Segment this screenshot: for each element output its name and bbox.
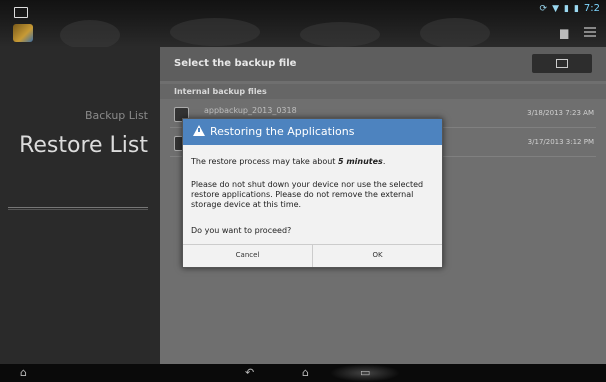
cancel-button[interactable]: Cancel	[183, 251, 312, 259]
restore-dialog: Restoring the Applications The restore p…	[182, 118, 443, 268]
file-name: appbackup_2013_0318	[204, 106, 297, 115]
sync-icon: ⟳	[539, 3, 548, 14]
dialog-line1: The restore process may take about 5 min…	[191, 157, 385, 167]
dialog-titlebar: Restoring the Applications	[183, 119, 442, 145]
warning-icon	[193, 125, 205, 136]
screenshot-icon[interactable]: ⌂	[20, 367, 27, 379]
panel-title: Select the backup file	[174, 58, 297, 69]
folder-icon	[556, 59, 568, 68]
gallery-icon[interactable]	[560, 29, 569, 39]
system-tray[interactable]: ⟳ ▼ ▮ ▮ 7:2	[540, 3, 600, 14]
panel-header: Select the backup file	[160, 47, 606, 81]
ok-button[interactable]: OK	[313, 251, 442, 259]
status-bar: ⟳ ▼ ▮ ▮ 7:2	[0, 0, 606, 50]
signal-icon: ▮	[564, 3, 569, 14]
file-date: 3/18/2013 7:23 AM	[527, 109, 594, 117]
menu-icon[interactable]	[584, 27, 596, 39]
back-icon[interactable]: ↶	[245, 367, 254, 379]
battery-icon: ▮	[573, 3, 579, 14]
left-panel: Backup List Restore List	[0, 47, 160, 364]
section-label: Internal backup files	[174, 87, 267, 96]
divider	[8, 207, 148, 208]
line1-emph: 5 minutes	[337, 157, 383, 166]
section-header: Internal backup files	[160, 84, 606, 99]
dialog-title: Restoring the Applications	[210, 125, 355, 138]
app-icon	[13, 24, 33, 42]
line1-suffix: .	[382, 157, 386, 166]
home-icon[interactable]: ⌂	[302, 367, 309, 379]
divider	[8, 209, 148, 210]
dialog-line2: Please do not shut down your device nor …	[191, 180, 424, 209]
wallpaper-blob	[170, 18, 260, 46]
folder-button[interactable]	[532, 54, 592, 73]
wifi-icon: ▼	[552, 3, 559, 14]
restore-list-label: Restore List	[19, 133, 148, 158]
dialog-buttons: Cancel OK	[183, 244, 442, 267]
line1-prefix: The restore process may take about	[191, 157, 338, 166]
wallpaper-blob	[60, 20, 120, 50]
notification-icon[interactable]	[14, 7, 28, 18]
restore-list-tab[interactable]: Restore List	[18, 133, 148, 159]
dialog-line3: Do you want to proceed?	[191, 226, 292, 235]
backup-list-tab[interactable]: Backup List	[85, 109, 148, 122]
clock: 7:2	[583, 3, 600, 14]
recent-apps-icon[interactable]: ▭	[360, 367, 370, 379]
navigation-bar: ⌂ ↶ ⌂ ▭	[0, 364, 606, 382]
wallpaper-blob	[420, 18, 490, 48]
file-date: 3/17/2013 3:12 PM	[527, 138, 594, 146]
wallpaper-blob	[300, 22, 380, 47]
